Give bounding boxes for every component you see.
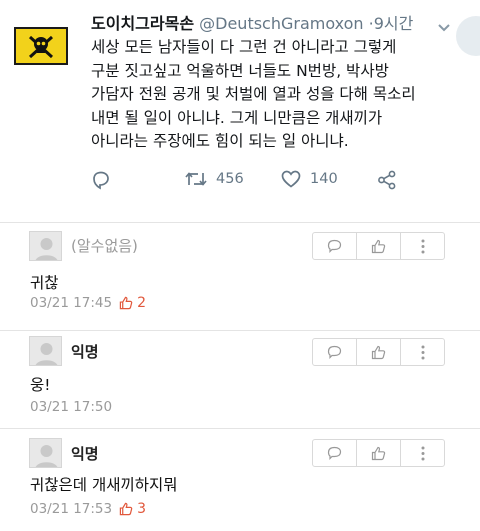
tweet-text-line: 아니라는 주장에도 힘이 되는 일 아니냐. (91, 132, 349, 150)
comment-meta: 03/21 17:45 2 (30, 295, 146, 311)
more-button[interactable] (401, 233, 444, 259)
share-icon (378, 170, 396, 190)
more-vertical-icon (421, 239, 424, 253)
more-button[interactable] (401, 440, 444, 466)
comment-likes: 2 (119, 295, 146, 311)
heart-icon (281, 170, 301, 188)
comment-date: 03/21 17:45 (30, 295, 113, 311)
comment-author: 익명 (71, 445, 99, 463)
thumbs-up-icon (119, 296, 133, 310)
thumbs-up-button[interactable] (357, 440, 401, 466)
tweet-time[interactable]: 9시간 (374, 14, 414, 33)
chevron-down-icon[interactable] (437, 18, 451, 37)
comment-meta: 03/21 17:53 3 (30, 501, 146, 517)
retweet-button[interactable]: 456 (185, 170, 244, 188)
tweet-header: 도이치그라목손 @DeutschGramoxon ·9시간 (91, 10, 413, 34)
comment-item: 익명 웅! 03/21 17:50 (0, 331, 480, 428)
comment-reply-icon (327, 345, 342, 359)
default-avatar-icon (29, 336, 62, 366)
thumbs-up-icon (371, 345, 386, 359)
comment-date: 03/21 17:50 (30, 399, 113, 415)
comment-author: 익명 (71, 343, 99, 361)
retweet-count: 456 (216, 171, 244, 187)
comment-reply-button[interactable] (313, 440, 357, 466)
tweet-handle[interactable]: @DeutschGramoxon (199, 14, 363, 33)
reply-icon (93, 171, 109, 190)
like-button[interactable]: 140 (281, 170, 338, 188)
tweet-text: 세상 모든 남자들이 다 그런 건 아니라고 그렇게 구분 짓고싶고 억울하면 … (91, 36, 471, 154)
comment-reply-button[interactable] (313, 233, 357, 259)
more-button[interactable] (401, 339, 444, 365)
comment-date: 03/21 17:53 (30, 501, 113, 517)
default-avatar-icon (29, 438, 62, 468)
thumbs-up-button[interactable] (357, 233, 401, 259)
tweet-text-line: 내면 될 일이 아니냐. 그게 니만큼은 개새끼가 (91, 108, 383, 127)
tweet-display-name[interactable]: 도이치그라목손 (91, 14, 194, 33)
comment-actions (312, 232, 445, 260)
comment-item: (알수없음) 귀찮 03/21 17:45 2 (0, 223, 480, 330)
comment-text: 귀찮 (30, 274, 59, 292)
default-avatar-icon (29, 231, 62, 261)
comment-actions (312, 439, 445, 467)
comment-text: 귀찮은데 개새끼하지뭐 (30, 476, 178, 494)
comment-item: 익명 귀찮은데 개새끼하지뭐 03/21 17:53 3 (0, 429, 480, 531)
comment-actions (312, 338, 445, 366)
comment-reply-icon (327, 239, 342, 253)
comment-text: 웅! (30, 376, 51, 394)
thumbs-up-button[interactable] (357, 339, 401, 365)
tweet-text-line: 세상 모든 남자들이 다 그런 건 아니라고 그렇게 (91, 38, 397, 56)
comment-reply-button[interactable] (313, 339, 357, 365)
more-vertical-icon (421, 446, 424, 460)
skull-crossbones-icon (28, 35, 54, 59)
comment-reply-icon (327, 446, 342, 460)
more-vertical-icon (421, 345, 424, 359)
retweet-icon (185, 172, 207, 186)
comment-likes: 3 (119, 501, 146, 517)
thumbs-up-icon (371, 446, 386, 460)
tweet-card: 도이치그라목손 @DeutschGramoxon ·9시간 세상 모든 남자들이… (0, 0, 480, 208)
thumbs-up-icon (371, 239, 386, 253)
comment-meta: 03/21 17:50 (30, 399, 112, 415)
tweet-actions: 456 140 (91, 170, 411, 198)
share-button[interactable] (377, 170, 397, 190)
like-count: 140 (310, 171, 338, 187)
reply-button[interactable] (91, 170, 111, 190)
comment-like-count: 2 (137, 295, 147, 311)
tweet-text-line: 구분 짓고싶고 억울하면 너들도 N번방, 박사방 (91, 61, 389, 80)
tweet-text-line: 가담자 전원 공개 및 처벌에 열과 성을 다해 목소리 (91, 85, 416, 103)
comment-author: (알수없음) (71, 237, 138, 255)
skull-flag-avatar[interactable] (14, 27, 68, 65)
thumbs-up-icon (119, 502, 133, 516)
comment-like-count: 3 (137, 501, 147, 517)
